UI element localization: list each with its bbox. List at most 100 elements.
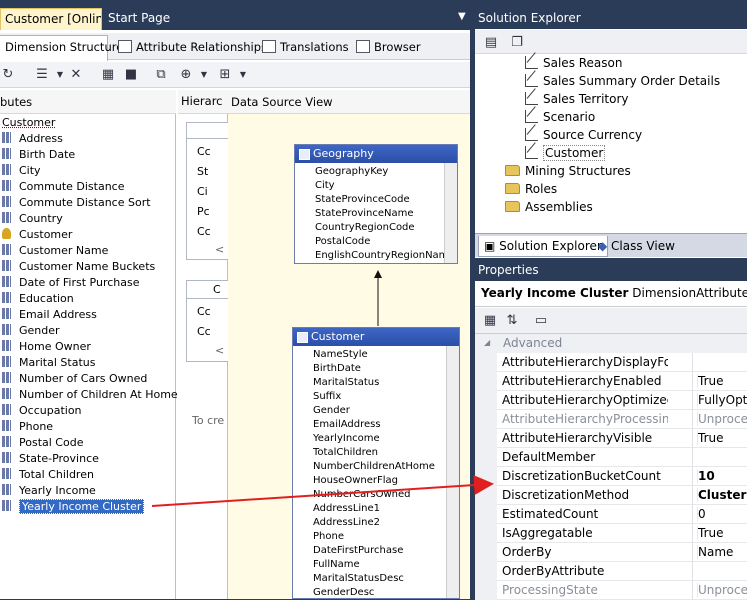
tree-item[interactable]: Source Currency [525, 126, 642, 144]
categorized-icon[interactable]: ▦ [482, 313, 498, 329]
property-value[interactable]: True [697, 374, 747, 388]
property-row[interactable]: AttributeHierarchyProcessingState Unproce… [475, 410, 747, 429]
show-all-files-icon[interactable]: ❐ [509, 35, 525, 51]
table-column[interactable]: EnglishCountryRegionName [315, 249, 455, 263]
properties-icon[interactable]: ▤ [483, 35, 499, 51]
property-row[interactable]: OrderByAttribute [475, 562, 747, 581]
table-column[interactable]: EmailAddress [313, 418, 381, 432]
property-value[interactable]: 10 [697, 469, 747, 483]
attribute-item[interactable]: Yearly Income [2, 483, 96, 499]
attribute-item[interactable]: Gender [2, 323, 60, 339]
dimension-root[interactable]: Customer [2, 116, 55, 129]
attribute-item[interactable]: Marital Status [2, 355, 95, 371]
hierarchy-box[interactable]: Cc St Ci Pc Cc < [186, 122, 230, 260]
table-column[interactable]: TotalChildren [313, 446, 378, 460]
layout-icon[interactable]: ⊞ [217, 67, 233, 83]
table-column[interactable]: HouseOwnerFlag [313, 474, 398, 488]
property-row[interactable]: EstimatedCount 0 [475, 505, 747, 524]
attribute-item[interactable]: Number of Children At Home [2, 387, 178, 403]
tab-class-view[interactable]: ◆ Class View [593, 236, 680, 257]
tab-browser[interactable]: Browser [350, 36, 427, 60]
table-column[interactable]: Phone [313, 530, 344, 544]
tree-item[interactable]: Scenario [525, 108, 595, 126]
table-column[interactable]: MaritalStatusDesc [313, 572, 404, 586]
tree-item[interactable]: Sales Territory [525, 90, 629, 108]
hierarchy-level[interactable]: Cc [197, 225, 211, 238]
property-row[interactable]: AttributeHierarchyDisplayFolder [475, 353, 747, 372]
hierarchy-level[interactable]: Cc [197, 145, 211, 158]
table-column[interactable]: NumberChildrenAtHome [313, 460, 435, 474]
tab-start-page[interactable]: Start Page [104, 8, 174, 30]
chevron-down-icon[interactable]: ▼ [454, 8, 470, 30]
property-value[interactable]: Clusters [697, 488, 747, 502]
tab-solution-explorer[interactable]: ▣ Solution Explorer [478, 236, 608, 257]
attribute-item[interactable]: Commute Distance Sort [2, 195, 151, 211]
hierarchy-box[interactable]: C Cc Cc < [186, 280, 239, 362]
attribute-item[interactable]: Education [2, 291, 74, 307]
tree-item[interactable]: Sales Reason [525, 54, 623, 72]
table-column[interactable]: DateFirstPurchase [313, 544, 403, 558]
attribute-item[interactable]: Customer Name [2, 243, 108, 259]
property-row[interactable]: OrderBy Name [475, 543, 747, 562]
property-value[interactable]: Name [697, 545, 747, 559]
tree-item[interactable]: Mining Structures [505, 162, 631, 180]
attribute-item[interactable]: Phone [2, 419, 53, 435]
tab-attribute-relationships[interactable]: Attribute Relationships [112, 36, 273, 60]
property-value[interactable]: Unproces [697, 583, 747, 597]
property-pages-icon[interactable]: ▭ [533, 313, 549, 329]
hierarchy-more[interactable]: < [215, 344, 224, 357]
attribute-item[interactable]: Commute Distance [2, 179, 125, 195]
table-column[interactable]: City [315, 179, 335, 193]
hierarchy-level[interactable]: St [197, 165, 208, 178]
scrollbar[interactable] [444, 163, 457, 263]
property-row[interactable]: AttributeHierarchyOptimizedState FullyOpt… [475, 391, 747, 410]
zoom-box-icon[interactable]: ⧉ [153, 67, 169, 83]
table-column[interactable]: GenderDesc [313, 586, 374, 600]
property-category[interactable]: ◢ Advanced [475, 334, 747, 353]
hierarchy-more[interactable]: < [215, 243, 224, 256]
attribute-item[interactable]: Home Owner [2, 339, 91, 355]
chevron-down-icon[interactable]: ▼ [196, 67, 212, 83]
attribute-item[interactable]: Address [2, 131, 63, 147]
tab-customer-online[interactable]: Customer [Online] ✕ [0, 8, 102, 30]
table-column[interactable]: AddressLine1 [313, 502, 380, 516]
table-column[interactable]: NameStyle [313, 348, 368, 362]
tree-item[interactable]: Customer [525, 144, 606, 162]
property-row[interactable]: DiscretizationBucketCount 10 [475, 467, 747, 486]
property-value[interactable]: True [697, 526, 747, 540]
table-column[interactable]: MaritalStatus [313, 376, 379, 390]
collapse-icon[interactable]: ◢ [484, 338, 490, 347]
table-column[interactable]: AddressLine2 [313, 516, 380, 530]
property-value[interactable]: 0 [697, 507, 747, 521]
property-object-selector[interactable]: Yearly Income Cluster DimensionAttribute [475, 281, 747, 307]
property-value[interactable]: Unproces [697, 412, 747, 426]
list-view-icon[interactable]: ☰ [34, 67, 50, 83]
delete-icon[interactable]: ✕ [68, 67, 84, 83]
table-column[interactable]: GeographyKey [315, 165, 388, 179]
tab-dimension-structure[interactable]: Dimension Structure [0, 35, 123, 61]
scrollbar[interactable] [446, 346, 459, 598]
attribute-item[interactable]: Birth Date [2, 147, 75, 163]
attribute-item[interactable]: Number of Cars Owned [2, 371, 147, 387]
attribute-item[interactable]: Total Children [2, 467, 94, 483]
property-value[interactable]: True [697, 431, 747, 445]
hierarchy-level[interactable]: Cc [197, 305, 211, 318]
table-column[interactable]: FullName [313, 558, 360, 572]
property-row[interactable]: IsAggregatable True [475, 524, 747, 543]
table-column[interactable]: StateProvinceName [315, 207, 414, 221]
customer-table[interactable]: Customer NameStyle BirthDate MaritalStatus… [292, 327, 460, 599]
table-column[interactable]: Gender [313, 404, 350, 418]
attribute-item[interactable]: State-Province [2, 451, 99, 467]
table-column[interactable]: CountryRegionCode [315, 221, 415, 235]
table-column[interactable]: NumberCarsOwned [313, 488, 411, 502]
hierarchy-level[interactable]: Ci [197, 185, 208, 198]
attribute-item[interactable]: Yearly Income Cluster [2, 499, 145, 515]
table-column[interactable]: StateProvinceCode [315, 193, 410, 207]
property-row[interactable]: AttributeHierarchyVisible True [475, 429, 747, 448]
tab-translations[interactable]: Translations [256, 36, 355, 60]
property-row[interactable]: DefaultMember [475, 448, 747, 467]
table-column[interactable]: Suffix [313, 390, 341, 404]
property-row[interactable]: AttributeHierarchyEnabled True [475, 372, 747, 391]
tree-item[interactable]: Sales Summary Order Details [525, 72, 720, 90]
tree-item[interactable]: Roles [505, 180, 557, 198]
